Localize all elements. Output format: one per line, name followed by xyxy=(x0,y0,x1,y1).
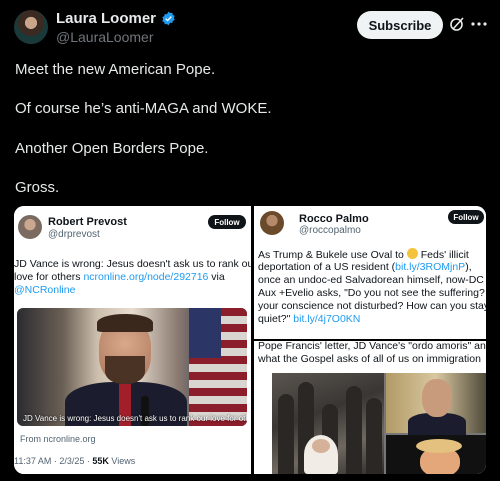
author-handle[interactable]: @LauraLoomer xyxy=(56,29,154,45)
tweet-text-line-2: Of course he’s anti-MAGA and WOKE. xyxy=(15,100,272,117)
statues-background xyxy=(272,373,384,474)
prevost-text-line-1: JD Vance is wrong: Jesus doesn't ask us … xyxy=(14,258,257,270)
grok-icon[interactable] xyxy=(449,16,465,32)
beard-shape xyxy=(105,356,145,384)
article-title-line-1: Pope Francis' letter, JD Vance's "ordo a… xyxy=(258,340,486,352)
author-avatar[interactable] xyxy=(14,10,48,44)
palmo-text-line-5: your conscience not disturbed? How can y… xyxy=(258,300,486,312)
flag-canton xyxy=(189,308,221,358)
prevost-handle: @drprevost xyxy=(48,229,100,240)
palmo-text-line-6: quiet?" bit.ly/4j7O0KN xyxy=(258,313,361,325)
palmo-text-line-1: As Trump & Bukele use Oval to Feds' illi… xyxy=(258,248,469,261)
prevost-text-line-2: love for others ncronline.org/node/29271… xyxy=(14,271,225,283)
prevost-meta: 11:37 AM · 2/3/25 · 55K Views xyxy=(14,456,136,466)
tweet-text-line-4: Gross. xyxy=(15,179,60,196)
post-header: Laura Loomer @LauraLoomer Subscribe xyxy=(0,0,500,50)
pope-face xyxy=(312,439,330,453)
embedded-tweet-palmo: Rocco Palmo @roccopalmo Follow As Trump … xyxy=(254,206,486,474)
pope-vance-trump-photo xyxy=(272,373,486,474)
tweet-text-line-3: Another Open Borders Pope. xyxy=(15,140,209,157)
tweet-text-line-1: Meet the new American Pope. xyxy=(15,61,216,78)
author-name[interactable]: Laura Loomer xyxy=(56,10,156,27)
prevost-text-line-3: @NCRonline xyxy=(14,284,76,296)
vance-small-photo xyxy=(386,373,486,435)
attached-image-collage[interactable]: Robert Prevost @drprevost Follow JD Vanc… xyxy=(14,206,486,474)
palmo-handle: @roccopalmo xyxy=(299,225,361,236)
author-name-row: Laura Loomer xyxy=(56,10,176,27)
palmo-text-line-2: deportation of a US resident (bit.ly/3RO… xyxy=(258,261,472,273)
palmo-name: Rocco Palmo xyxy=(299,213,369,225)
hair-shape xyxy=(97,314,153,332)
photo-caption: JD Vance is wrong: Jesus doesn't ask us … xyxy=(23,414,247,423)
palmo-text-line-4: Aux +Evelio asks, "Do you not see the su… xyxy=(258,287,486,299)
palmo-avatar xyxy=(260,211,284,235)
verified-badge-icon xyxy=(162,11,175,26)
trump-photo xyxy=(386,435,486,474)
vance-photo: JD Vance is wrong: Jesus doesn't ask us … xyxy=(17,308,247,426)
prevost-avatar xyxy=(18,215,42,239)
more-options-icon[interactable] xyxy=(470,17,488,31)
palmo-follow-button: Follow xyxy=(448,210,484,224)
embedded-tweet-prevost: Robert Prevost @drprevost Follow JD Vanc… xyxy=(14,206,257,474)
prevost-name: Robert Prevost xyxy=(48,216,127,228)
article-title-line-2: what the Gospel asks of all of us on imm… xyxy=(258,353,481,365)
subscribe-button[interactable]: Subscribe xyxy=(357,11,443,39)
palmo-text-line-3: once an undoc-ed Salvadorean himself, no… xyxy=(258,274,484,286)
prevost-follow-button: Follow xyxy=(208,215,246,229)
link-source: From ncronline.org xyxy=(20,434,96,444)
smirk-emoji-icon xyxy=(406,248,418,259)
